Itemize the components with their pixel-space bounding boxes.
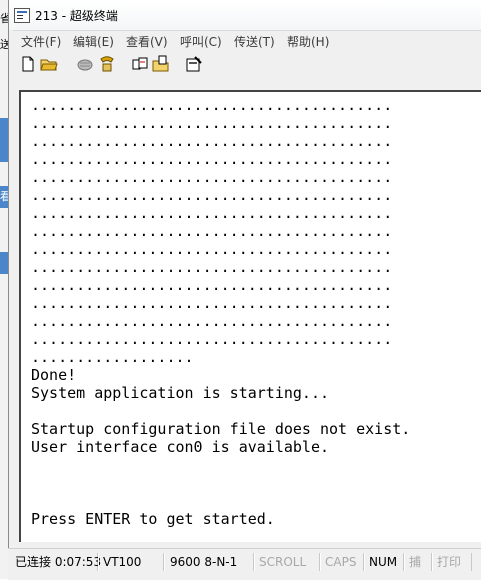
terminal-screen[interactable]: ........................................… [19,90,481,542]
terminal-line: ........................................ [31,294,393,312]
status-capture: 捕 [404,553,432,571]
connect-phone-icon[interactable] [98,55,116,73]
terminal-line: ........................................ [31,150,393,168]
menu-file[interactable]: 文件(F) [21,33,61,50]
terminal-line: ........................................ [31,132,393,150]
terminal-line: ........................................ [31,312,393,330]
terminal-line: ........................................ [31,168,393,186]
menu-view[interactable]: 查看(V) [126,33,168,50]
terminal-line: System application is starting... [31,384,330,402]
terminal-line: Done! [31,366,77,384]
status-scroll: SCROLL [254,553,320,571]
send-file-icon[interactable] [131,55,149,73]
status-num: NUM [364,553,404,571]
status-port-settings: 9600 8-N-1 [164,553,254,571]
status-bar: 已连接 0:07:53 VT100 9600 8-N-1 SCROLL CAPS… [8,548,481,580]
menu-transfer[interactable]: 传送(T) [234,33,275,50]
menu-call[interactable]: 呼叫(C) [180,33,222,50]
menu-edit[interactable]: 编辑(E) [73,33,114,50]
terminal-app-icon[interactable] [14,8,30,23]
title-bar[interactable]: 213 - 超级终端 [9,0,481,30]
terminal-line: ........................................ [31,114,393,132]
terminal-line: ........................................ [31,186,393,204]
disconnect-icon[interactable] [76,55,94,73]
menu-bar: 文件(F) 编辑(E) 查看(V) 呼叫(C) 传送(T) 帮助(H) [13,30,481,51]
terminal-line: Press ENTER to get started. [31,510,275,528]
menu-help[interactable]: 帮助(H) [287,33,329,50]
status-emulation: VT100 [98,553,164,571]
new-document-icon[interactable] [19,55,37,73]
terminal-line: .................. [31,348,194,366]
status-connection: 已连接 0:07:53 [10,553,101,571]
terminal-line: ........................................ [31,222,393,240]
terminal-output: ........................................… [31,96,410,528]
terminal-line: User interface con0 is available. [31,438,330,456]
open-folder-icon[interactable] [40,55,58,73]
terminal-line: ........................................ [31,204,393,222]
terminal-line: ........................................ [31,96,393,114]
terminal-line: ........................................ [31,276,393,294]
terminal-line: ........................................ [31,240,393,258]
status-print: 打印 [432,553,472,571]
receive-file-icon[interactable] [152,55,170,73]
toolbar [13,50,481,78]
terminal-line: ........................................ [31,258,393,276]
terminal-line: ........................................ [31,330,393,348]
status-caps: CAPS [320,553,364,571]
terminal-line: Startup configuration file does not exis… [31,420,411,438]
window-title: 213 - 超级终端 [35,9,118,23]
properties-icon[interactable] [185,55,203,73]
